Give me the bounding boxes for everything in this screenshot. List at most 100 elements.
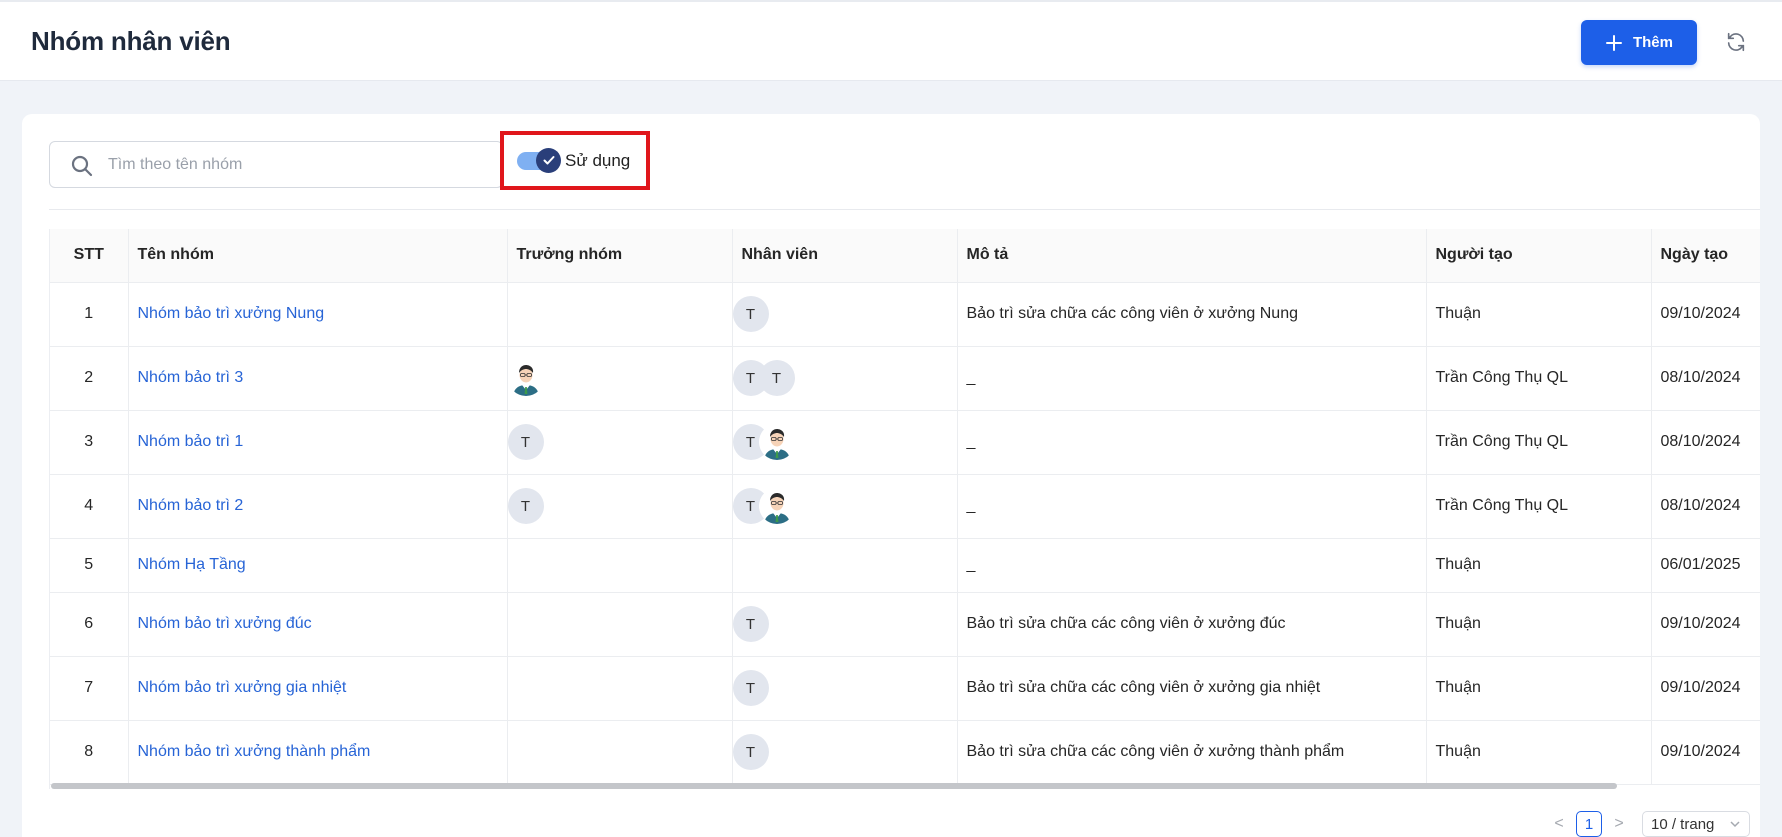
group-name-link[interactable]: Nhóm bảo trì xưởng gia nhiệt — [138, 679, 347, 696]
cell-stt-text: 8 — [84, 743, 94, 760]
add-button[interactable]: Thêm — [1581, 20, 1697, 65]
group-name-link[interactable]: Nhóm bảo trì 1 — [138, 433, 244, 450]
cell-stt-text: 6 — [84, 615, 94, 632]
cell-members — [732, 538, 958, 593]
search-box[interactable] — [49, 141, 503, 188]
cell-description: _ — [957, 346, 1427, 411]
avatar-group: T — [732, 488, 948, 524]
cell-created-date: 09/10/2024 — [1651, 592, 1760, 657]
cell-stt: 7 — [50, 656, 129, 721]
table-row: 5 Nhóm Hạ Tầng _ Thuận 06/01/2025 — [50, 538, 1760, 593]
cell-description-text: Bảo trì sửa chữa các công viên ở xưởng g… — [966, 679, 1321, 696]
cell-members: T — [732, 474, 958, 539]
cell-leader — [507, 592, 733, 657]
avatar-group: T — [732, 734, 948, 770]
group-name-link[interactable]: Nhóm bảo trì xưởng thành phẩm — [138, 743, 371, 760]
cell-stt-text: 1 — [84, 305, 94, 322]
table-row: 4 Nhóm bảo trì 2 T T _ Trần Công Thụ QL 08/10/… — [50, 474, 1760, 539]
avatar-photo — [507, 360, 544, 396]
group-name-link[interactable]: Nhóm bảo trì xưởng đúc — [138, 615, 312, 632]
cell-creator-text: Thuận — [1435, 743, 1481, 760]
cell-group-name: Nhóm bảo trì xưởng đúc — [128, 592, 508, 657]
usage-toggle[interactable] — [517, 147, 561, 173]
avatar-initial: T — [732, 734, 769, 770]
cell-description: _ — [957, 538, 1427, 593]
cell-creator: Thuận — [1426, 282, 1652, 347]
cell-creator: Trần Công Thụ QL — [1426, 346, 1652, 411]
cell-created-date-text: 08/10/2024 — [1660, 433, 1741, 450]
groups-table: STT Tên nhóm Trưởng nhóm Nhân viên Mô tả… — [49, 229, 1760, 789]
prev-page-button[interactable]: < — [1552, 815, 1566, 833]
cell-created-date-text: 08/10/2024 — [1660, 497, 1741, 514]
cell-creator-text: Trần Công Thụ QL — [1435, 433, 1569, 450]
group-name-link[interactable]: Nhóm bảo trì 3 — [138, 369, 244, 386]
table-header-row: STT Tên nhóm Trưởng nhóm Nhân viên Mô tả… — [50, 229, 1760, 283]
cell-group-name: Nhóm bảo trì xưởng gia nhiệt — [128, 656, 508, 721]
cell-description: _ — [957, 474, 1427, 539]
group-name-link[interactable]: Nhóm bảo trì xưởng Nung — [138, 305, 325, 322]
avatar-group: T — [732, 296, 948, 332]
horizontal-scrollbar[interactable] — [51, 783, 1617, 789]
cell-stt: 6 — [50, 592, 129, 657]
cell-created-date-text: 09/10/2024 — [1660, 305, 1741, 322]
cell-description-text: _ — [966, 497, 976, 514]
usage-toggle-label: Sử dụng — [565, 150, 631, 170]
cell-creator: Thuận — [1426, 656, 1652, 721]
cell-description: Bảo trì sửa chữa các công viên ở xưởng đ… — [957, 592, 1427, 657]
cell-description: _ — [957, 410, 1427, 475]
next-page-button[interactable]: > — [1612, 815, 1626, 833]
cell-description: Bảo trì sửa chữa các công viên ở xưởng N… — [957, 282, 1427, 347]
cell-creator: Thuận — [1426, 592, 1652, 657]
cell-members: T — [732, 592, 958, 657]
page-size-select[interactable]: 10 / trang — [1642, 811, 1750, 837]
column-header-created-date: Ngày tạo — [1651, 229, 1760, 283]
cell-group-name: Nhóm bảo trì 1 — [128, 410, 508, 475]
avatar-photo — [758, 424, 795, 460]
cell-stt-text: 2 — [84, 369, 94, 386]
chevron-down-icon — [1730, 821, 1740, 828]
add-button-label: Thêm — [1632, 34, 1673, 51]
group-name-link[interactable]: Nhóm Hạ Tầng — [138, 556, 246, 573]
cell-created-date: 09/10/2024 — [1651, 656, 1760, 721]
avatar-group: T — [732, 670, 948, 706]
cell-leader — [507, 282, 733, 347]
column-header-stt: STT — [50, 229, 129, 283]
column-header-description: Mô tả — [957, 229, 1427, 283]
cell-stt: 4 — [50, 474, 129, 539]
cell-creator: Trần Công Thụ QL — [1426, 474, 1652, 539]
avatar-photo — [758, 488, 795, 524]
cell-creator-text: Thuận — [1435, 615, 1481, 632]
cell-stt-text: 7 — [84, 679, 94, 696]
cell-description-text: Bảo trì sửa chữa các công viên ở xưởng đ… — [966, 615, 1286, 632]
cell-leader: T — [507, 474, 733, 539]
cell-stt-text: 5 — [84, 556, 94, 573]
cell-leader — [507, 346, 733, 411]
search-input[interactable] — [108, 152, 488, 178]
cell-description-text: Bảo trì sửa chữa các công viên ở xưởng t… — [966, 743, 1345, 760]
avatar-group: TT — [732, 360, 948, 396]
column-header-leader: Trưởng nhóm — [507, 229, 733, 283]
cell-leader: T — [507, 410, 733, 475]
cell-members: T — [732, 410, 958, 475]
refresh-button[interactable] — [1724, 30, 1748, 54]
cell-description-text: Bảo trì sửa chữa các công viên ở xưởng N… — [966, 305, 1299, 322]
page-title: Nhóm nhân viên — [31, 26, 231, 56]
cell-creator-text: Thuận — [1435, 556, 1481, 573]
avatar-group: T — [507, 488, 723, 524]
cell-group-name: Nhóm bảo trì xưởng Nung — [128, 282, 508, 347]
cell-creator: Trần Công Thụ QL — [1426, 410, 1652, 475]
cell-created-date-text: 06/01/2025 — [1660, 556, 1741, 573]
avatar-group: T — [507, 424, 723, 460]
table-row: 7 Nhóm bảo trì xưởng gia nhiệt T Bảo trì sử… — [50, 656, 1760, 721]
page-number-button[interactable]: 1 — [1576, 811, 1602, 837]
avatar-initial: T — [732, 606, 769, 642]
cell-description-text: _ — [966, 556, 976, 573]
cell-created-date: 06/01/2025 — [1651, 538, 1760, 593]
cell-stt: 3 — [50, 410, 129, 475]
cell-leader — [507, 538, 733, 593]
group-name-link[interactable]: Nhóm bảo trì 2 — [138, 497, 244, 514]
column-header-members: Nhân viên — [732, 229, 958, 283]
cell-members: T — [732, 656, 958, 721]
avatar-initial: T — [507, 424, 544, 460]
avatar-initial: T — [732, 670, 769, 706]
